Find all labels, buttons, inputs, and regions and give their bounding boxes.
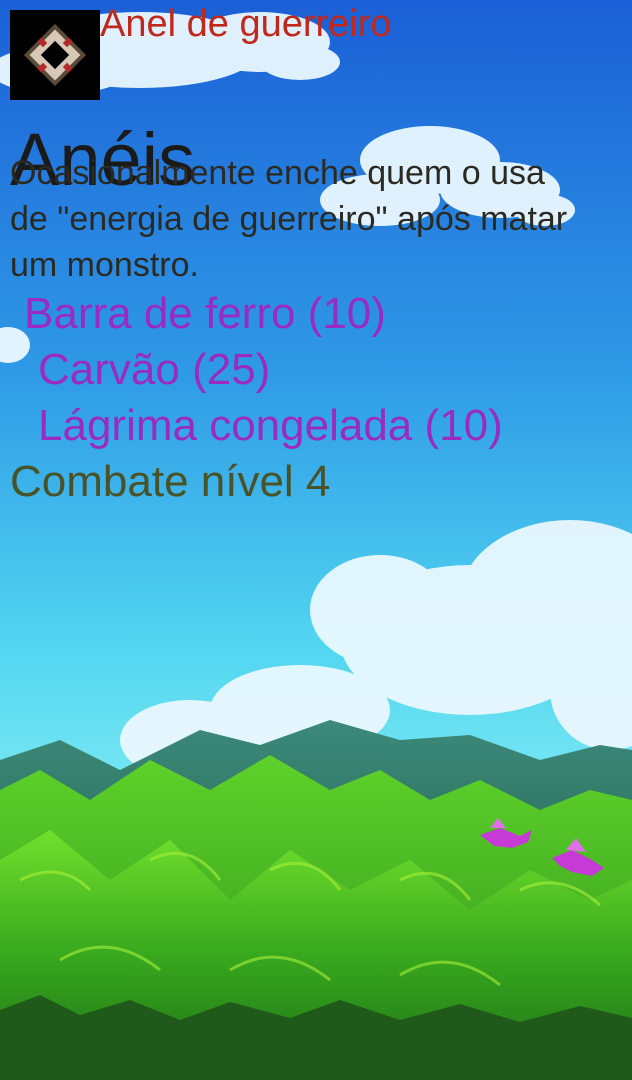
item-icon-frame (10, 10, 100, 100)
ingredient-item: Barra de ferro (10) (24, 289, 386, 338)
skill-requirement: Combate nível 4 (10, 457, 331, 506)
ingredient-item: Carvão (25) (38, 345, 271, 394)
ring-icon (23, 23, 87, 87)
item-description: Ocasionalmente enche quem o usa de "ener… (10, 154, 568, 284)
ingredient-item: Lágrima congelada (10) (38, 401, 503, 450)
item-name: Anel de guerreiro (100, 3, 392, 45)
